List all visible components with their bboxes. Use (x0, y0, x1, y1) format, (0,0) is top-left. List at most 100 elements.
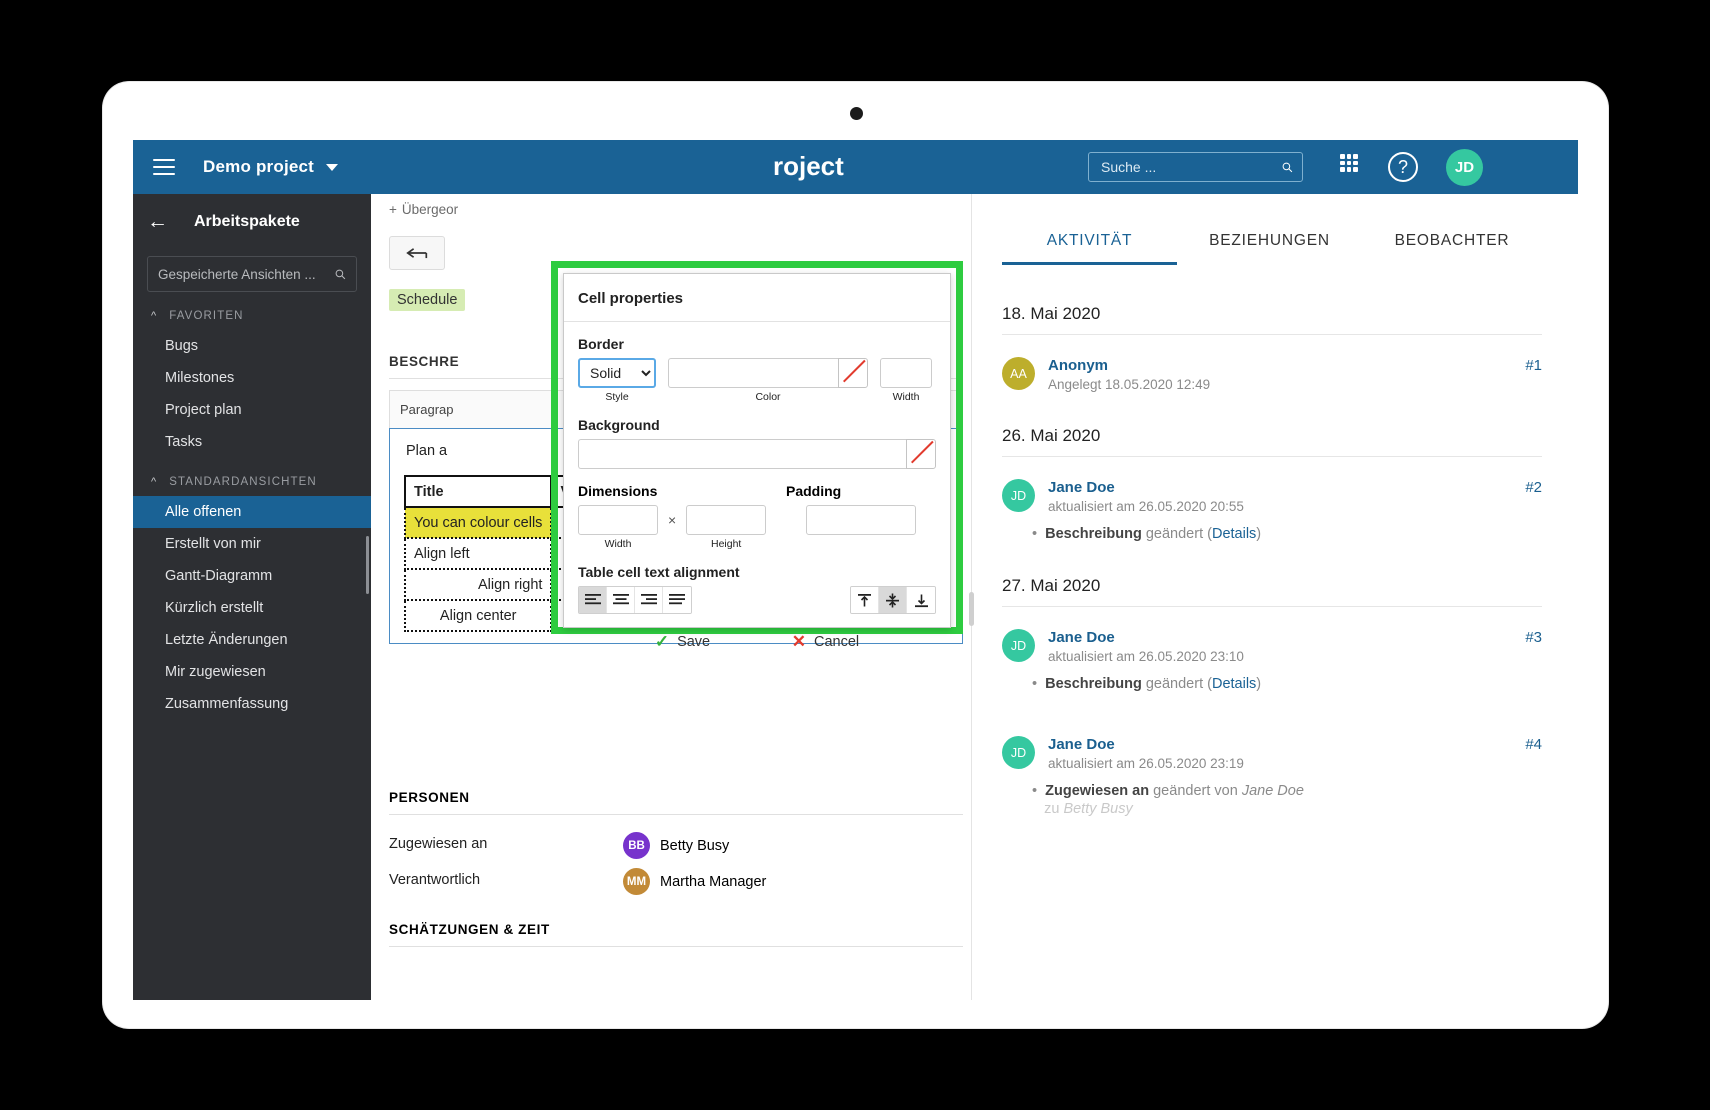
activity-change-text: geändert von (1149, 783, 1242, 799)
activity-number[interactable]: #1 (1525, 357, 1542, 374)
search-icon[interactable] (335, 267, 346, 282)
sidebar-group-label: FAVORITEN (169, 310, 243, 322)
tab-beziehungen[interactable]: BEZIEHUNGEN (1177, 232, 1362, 265)
activity-number[interactable]: #3 (1525, 629, 1542, 646)
caret-down-icon[interactable] (326, 164, 338, 171)
dialog-actions: ✓ Save ✕ Cancel (564, 632, 950, 652)
vertical-align-group (850, 586, 936, 614)
border-width-input[interactable] (880, 358, 932, 388)
dimension-height-input[interactable] (686, 505, 766, 535)
sidebar-scrollbar[interactable] (366, 536, 369, 594)
tab-beobachter[interactable]: BEOBACHTER (1362, 232, 1542, 265)
activity-number[interactable]: #4 (1525, 736, 1542, 753)
alignment-section-label: Table cell text alignment (578, 564, 950, 580)
border-row: Solid Style Color Width (564, 358, 950, 403)
align-right-icon[interactable] (635, 587, 663, 613)
padding-input[interactable] (806, 505, 916, 535)
plus-icon[interactable]: + (389, 202, 397, 217)
horizontal-align-group (578, 586, 692, 614)
chevron-up-icon[interactable]: ^ (151, 310, 157, 322)
save-button[interactable]: ✓ Save (655, 632, 710, 652)
dimension-separator: × (668, 512, 676, 528)
dialog-title: Cell properties (564, 274, 950, 307)
sidebar-item-milestones[interactable]: Milestones (133, 362, 371, 394)
saved-views-input[interactable] (148, 267, 335, 282)
breadcrumb[interactable]: + Übergeor (389, 202, 458, 217)
check-icon: ✓ (655, 632, 669, 652)
no-color-icon[interactable] (906, 439, 936, 469)
cancel-button[interactable]: ✕ Cancel (792, 632, 859, 652)
activity-number[interactable]: #2 (1525, 479, 1542, 496)
dimensions-label: Dimensions (578, 483, 746, 499)
table-cell[interactable]: Align center (405, 600, 551, 631)
activity-user[interactable]: Jane Doe (1048, 629, 1542, 646)
align-center-icon[interactable] (607, 587, 635, 613)
paragraph-style-dropdown[interactable]: Paragrap (390, 402, 463, 417)
sidebar-item-gantt-diagramm[interactable]: Gantt-Diagramm (133, 560, 371, 592)
project-name-label[interactable]: Demo project (203, 157, 314, 177)
sidebar-item-bugs[interactable]: Bugs (133, 330, 371, 362)
activity-change-field: Beschreibung (1045, 526, 1142, 542)
chevron-up-icon[interactable]: ^ (151, 476, 157, 488)
sidebar-item-tasks[interactable]: Tasks (133, 426, 371, 458)
tab-aktivitaet[interactable]: AKTIVITÄT (1002, 232, 1177, 265)
table-cell[interactable]: You can colour cells (405, 507, 551, 538)
table-header-cell[interactable]: Title (405, 476, 551, 507)
table-cell[interactable]: Align left (405, 538, 551, 569)
align-left-icon[interactable] (579, 587, 607, 613)
sidebar-item-mir-zugewiesen[interactable]: Mir zugewiesen (133, 656, 371, 688)
padding-field (806, 505, 916, 535)
dimension-width-sublabel: Width (605, 538, 632, 550)
align-justify-icon[interactable] (663, 587, 691, 613)
assignee-name[interactable]: Betty Busy (660, 838, 729, 854)
arrow-left-icon[interactable]: ← (147, 210, 168, 234)
sidebar-item-erstellt-von-mir[interactable]: Erstellt von mir (133, 528, 371, 560)
sidebar-group-standardansichten[interactable]: ^ STANDARDANSICHTEN (133, 458, 371, 496)
assignee-value[interactable]: BB Betty Busy (623, 832, 729, 859)
activity-entry: JD Jane Doe aktualisiert am 26.05.2020 2… (1002, 479, 1542, 514)
activity-change-field: Zugewiesen an (1045, 783, 1149, 799)
dimension-height-field: Height (686, 505, 766, 550)
activity-user[interactable]: Jane Doe (1048, 479, 1542, 496)
align-top-icon[interactable] (851, 587, 879, 613)
background-color-input[interactable] (578, 439, 906, 469)
panel-resize-handle[interactable] (969, 592, 974, 626)
border-color-input[interactable] (668, 358, 838, 388)
activity-details-link[interactable]: Details (1212, 676, 1256, 692)
grid-apps-icon[interactable] (1338, 152, 1360, 174)
search-input[interactable] (1089, 159, 1282, 175)
no-color-icon[interactable] (838, 358, 868, 388)
activity-timestamp: aktualisiert am 26.05.2020 20:55 (1048, 499, 1542, 514)
global-search-box[interactable] (1088, 152, 1303, 182)
activity-user[interactable]: Jane Doe (1048, 736, 1542, 753)
sidebar-group-label: STANDARDANSICHTEN (169, 476, 317, 488)
activity-timestamp: aktualisiert am 26.05.2020 23:10 (1048, 649, 1542, 664)
activity-change-text: geändert ( (1142, 676, 1212, 692)
activity-entry: JD Jane Doe aktualisiert am 26.05.2020 2… (1002, 629, 1542, 664)
sidebar-item-project-plan[interactable]: Project plan (133, 394, 371, 426)
table-cell[interactable]: Align right (405, 569, 551, 600)
avatar[interactable]: JD (1446, 149, 1483, 186)
saved-views-search[interactable] (147, 256, 357, 292)
status-badge[interactable]: Schedule (389, 289, 465, 311)
dimension-width-input[interactable] (578, 505, 658, 535)
hamburger-menu-icon[interactable] (153, 159, 175, 175)
activity-details-link[interactable]: Details (1212, 526, 1256, 542)
sidebar-item-kuerzlich-erstellt[interactable]: Kürzlich erstellt (133, 592, 371, 624)
sidebar-item-letzte-aenderungen[interactable]: Letzte Änderungen (133, 624, 371, 656)
accountable-name[interactable]: Martha Manager (660, 874, 766, 890)
activity-user[interactable]: Anonym (1048, 357, 1542, 374)
people-section-label: PERSONEN (389, 790, 470, 805)
sidebar-item-zusammenfassung[interactable]: Zusammenfassung (133, 688, 371, 720)
back-to-list-button[interactable] (389, 236, 445, 270)
sidebar-item-alle-offenen[interactable]: Alle offenen (133, 496, 371, 528)
accountable-value[interactable]: MM Martha Manager (623, 868, 766, 895)
border-style-select[interactable]: Solid (578, 358, 656, 388)
breadcrumb-label[interactable]: Übergeor (402, 202, 458, 217)
align-bottom-icon[interactable] (907, 587, 935, 613)
align-middle-icon[interactable] (879, 587, 907, 613)
question-mark-icon[interactable]: ? (1388, 152, 1418, 182)
sidebar-group-favoriten[interactable]: ^ FAVORITEN (133, 292, 371, 330)
alignment-row (564, 586, 950, 614)
search-icon[interactable] (1282, 159, 1293, 176)
